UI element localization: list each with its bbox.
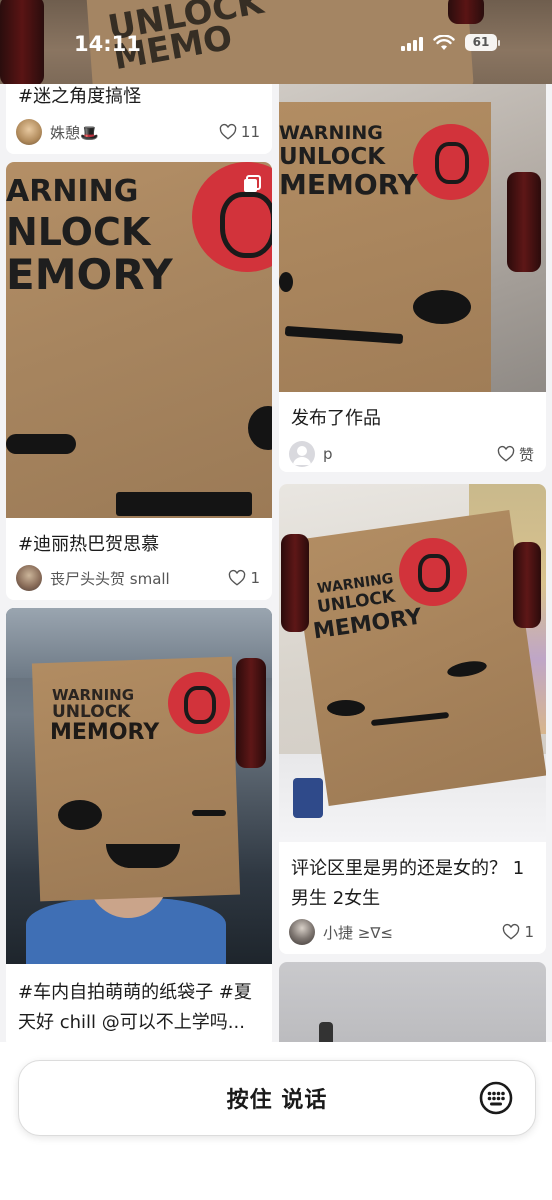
like-button[interactable]: 1 xyxy=(502,923,534,941)
like-count: 1 xyxy=(250,569,260,587)
card-meta: 丧尸头头贺 small 1 xyxy=(16,564,260,592)
bag-text-line: MEMORY xyxy=(50,720,160,745)
avatar[interactable] xyxy=(16,565,42,591)
status-time: 14:11 xyxy=(74,32,141,56)
like-button[interactable]: 1 xyxy=(228,569,260,587)
card-image: WARNING UNLOCK MEMORY xyxy=(279,84,546,392)
card-image: WARNING UNLOCK MEMORY xyxy=(279,484,546,842)
feed-card[interactable]: WARNING UNLOCK MEMORY 评论区里是男的还是女的？ 1 男生 … xyxy=(279,484,546,954)
heart-icon xyxy=(497,445,515,462)
battery-icon: 61 xyxy=(465,34,500,51)
bag-eye-closed xyxy=(192,810,226,816)
like-count: 1 xyxy=(524,923,534,941)
card-image: ARNING NLOCK EMORY xyxy=(6,162,272,518)
default-avatar-icon xyxy=(293,446,311,465)
feed-card[interactable]: WARNING UNLOCK MEMORY #车内自拍萌萌的纸袋子 #夏 天好 … xyxy=(6,608,272,1048)
wifi-icon xyxy=(433,34,455,50)
can-image xyxy=(293,778,323,818)
bottom-input-bar: 按住 说话 xyxy=(0,1042,552,1200)
bag-eye xyxy=(6,434,76,454)
card-meta: 姝憩🎩 11 xyxy=(16,118,260,146)
card-title: 发布了作品 xyxy=(291,408,381,429)
like-count: 11 xyxy=(240,123,260,141)
battery-level: 61 xyxy=(465,34,497,51)
status-icons: 61 xyxy=(401,34,500,51)
logo-circle xyxy=(413,124,489,200)
card-title: #迪丽热巴贺思慕 xyxy=(18,534,160,555)
bag-eye xyxy=(248,406,272,450)
avatar[interactable] xyxy=(289,919,315,945)
bag-mouth xyxy=(116,492,252,516)
cola-bottle-image xyxy=(448,0,484,24)
avatar[interactable] xyxy=(289,441,315,467)
bag-text-line: WARNING xyxy=(279,122,383,144)
bag-eye xyxy=(327,700,365,716)
bag-text-line: UNLOCK xyxy=(52,702,131,722)
card-image: WARNING UNLOCK MEMORY xyxy=(6,608,272,964)
author-name: 小捷 ≥∇≤ xyxy=(323,923,393,942)
author-name: 姝憩🎩 xyxy=(50,123,99,142)
author-name: 丧尸头头贺 small xyxy=(50,569,170,588)
bag-eye xyxy=(58,800,102,830)
card-meta: p 赞 xyxy=(289,440,534,468)
cola-bottle-image xyxy=(513,542,541,628)
like-label: 赞 xyxy=(518,445,534,464)
cola-bottle-image xyxy=(507,172,541,272)
card-title-line: #车内自拍萌萌的纸袋子 #夏 xyxy=(18,982,252,1003)
like-button[interactable]: 11 xyxy=(219,123,260,141)
avatar[interactable] xyxy=(16,119,42,145)
multi-image-icon xyxy=(244,175,261,192)
bag-eye xyxy=(413,290,471,324)
bag-text-line: MEMORY xyxy=(279,168,418,201)
heart-icon xyxy=(219,123,237,140)
cola-bottle-image xyxy=(236,658,266,768)
hold-to-talk-label: 按住 说话 xyxy=(226,1088,328,1113)
bag-eye xyxy=(279,272,293,292)
bag-text-line: EMORY xyxy=(6,250,173,299)
cola-bottle-image xyxy=(281,534,309,632)
bag-text-line: ARNING xyxy=(6,174,139,209)
cola-bottle-image xyxy=(0,0,44,84)
card-meta: 小捷 ≥∇≤ 1 xyxy=(289,918,534,946)
author-name: p xyxy=(323,445,333,463)
heart-icon xyxy=(229,569,246,586)
card-title-line: 天好 chill @可以不上学吗... xyxy=(18,1012,245,1033)
logo-circle xyxy=(399,538,467,606)
feed-card[interactable]: ARNING NLOCK EMORY #迪丽热巴贺思慕 丧尸头头贺 small … xyxy=(6,162,272,600)
card-title-line: 男生 2女生 xyxy=(291,888,381,909)
keyboard-icon[interactable] xyxy=(479,1081,513,1115)
bag-text-line: UNLOCK xyxy=(279,144,386,170)
card-title: #迷之角度搞怪 xyxy=(18,86,142,107)
screen: UNLOCK MEMO 14:11 61 #迷之角度搞怪 姝憩🎩 11 ARNI… xyxy=(0,0,552,1200)
bag-text-line: NLOCK xyxy=(6,210,151,254)
card-title-line: 评论区里是男的还是女的？ 1 xyxy=(291,858,525,879)
like-button[interactable]: 赞 xyxy=(497,444,534,465)
heart-icon xyxy=(503,923,520,940)
cellular-signal-icon xyxy=(401,35,423,51)
feed-card[interactable]: WARNING UNLOCK MEMORY 发布了作品 xyxy=(279,84,546,450)
logo-circle xyxy=(168,672,230,734)
hold-to-talk-button[interactable]: 按住 说话 xyxy=(18,1060,536,1136)
